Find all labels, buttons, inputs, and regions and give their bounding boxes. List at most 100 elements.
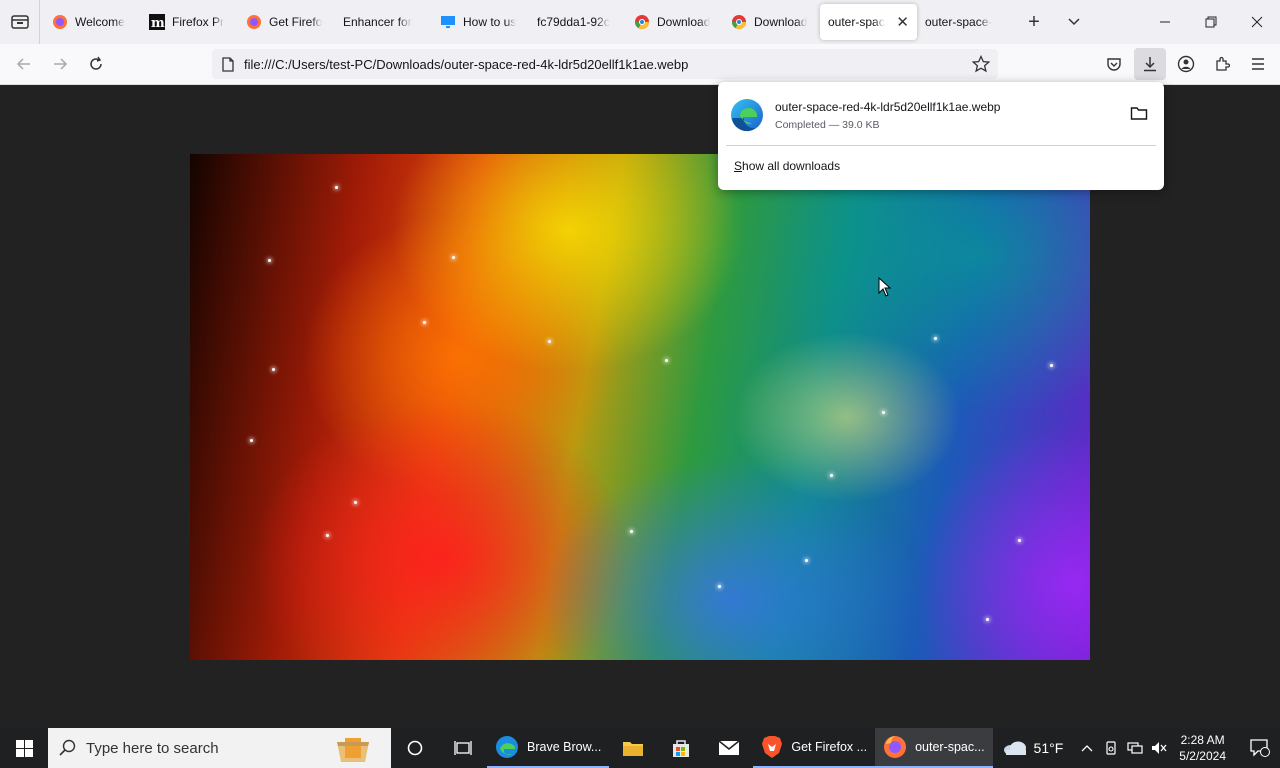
tab-download-2[interactable]: Download	[723, 4, 820, 40]
chrome-icon	[634, 14, 650, 30]
taskbar-app-label: Brave Brow...	[527, 740, 602, 754]
download-filename: outer-space-red-4k-ldr5d20ellf1k1ae.webp	[775, 99, 1001, 114]
windows-taskbar: Type here to search Brave Brow... Get Fi…	[0, 728, 1280, 768]
downloads-button[interactable]	[1134, 48, 1166, 80]
tab-title: Firefox Pr	[172, 15, 225, 29]
pocket-icon	[1107, 58, 1121, 71]
chevron-up-icon[interactable]	[1075, 744, 1099, 752]
firefox-icon	[246, 14, 262, 30]
taskbar-app-store[interactable]	[657, 728, 705, 768]
forward-arrow-icon	[54, 58, 68, 70]
tab-list: Welcome m Firefox Pr Get Firefo Enhancer…	[40, 0, 1094, 44]
taskbar-app-mail[interactable]	[705, 728, 753, 768]
file-page-icon	[212, 56, 244, 72]
taskbar-app-label: outer-spac...	[915, 740, 985, 754]
tab-title: How to us	[463, 15, 517, 29]
new-tab-button[interactable]: +	[1014, 4, 1054, 40]
back-button[interactable]	[6, 48, 42, 80]
search-highlight-icon	[333, 732, 373, 768]
task-view-button[interactable]	[439, 728, 487, 768]
volume-muted-icon[interactable]	[1147, 741, 1171, 755]
start-button[interactable]	[0, 728, 48, 768]
window-controls	[1142, 0, 1280, 44]
pocket-button[interactable]	[1098, 48, 1130, 80]
reload-button[interactable]	[78, 48, 114, 80]
device-icon[interactable]	[1099, 741, 1123, 755]
reload-icon	[90, 56, 102, 70]
extensions-button[interactable]	[1206, 48, 1238, 80]
url-bar[interactable]: file:///C:/Users/test-PC/Downloads/outer…	[212, 49, 998, 79]
tab-title: Welcome	[75, 15, 125, 29]
url-text[interactable]: file:///C:/Users/test-PC/Downloads/outer…	[244, 57, 688, 72]
clock[interactable]: 2:28 AM 5/2/2024	[1179, 732, 1226, 764]
plus-icon: +	[1028, 10, 1040, 33]
tab-download-1[interactable]: Download	[626, 4, 723, 40]
bookmark-star-icon[interactable]	[971, 54, 991, 78]
list-all-tabs-button[interactable]	[1054, 4, 1094, 40]
search-icon	[48, 739, 86, 757]
tab-title: outer-spac	[828, 15, 885, 29]
forward-button[interactable]	[42, 48, 78, 80]
chevron-down-icon	[1068, 18, 1080, 26]
app-menu-button[interactable]	[1242, 48, 1274, 80]
close-window-button[interactable]	[1234, 0, 1280, 44]
network-icon[interactable]	[1123, 741, 1147, 755]
account-icon	[1177, 55, 1195, 73]
mouse-cursor-icon	[878, 277, 892, 297]
puzzle-icon	[1216, 56, 1230, 71]
task-view-icon	[454, 741, 472, 755]
weather-widget[interactable]: 51°F	[1002, 740, 1064, 756]
chrome-icon	[731, 14, 747, 30]
edge-file-icon	[731, 99, 763, 132]
taskbar-search-box[interactable]: Type here to search	[48, 728, 391, 768]
close-tab-icon[interactable]: ✕	[894, 13, 909, 31]
taskbar-app-explorer[interactable]	[609, 728, 657, 768]
open-folder-icon[interactable]	[1130, 105, 1148, 126]
cortana-circle-icon	[407, 740, 423, 756]
taskbar-app-brave[interactable]: Get Firefox ...	[753, 728, 876, 768]
firefox-view-icon	[10, 15, 29, 29]
outer-space-image	[190, 154, 1090, 660]
tab-strip: Welcome m Firefox Pr Get Firefo Enhancer…	[0, 0, 1280, 44]
download-arrow-icon	[1144, 57, 1156, 72]
search-placeholder: Type here to search	[86, 739, 219, 757]
tab-title: fc79dda1-92c	[537, 15, 610, 29]
cortana-button[interactable]	[391, 728, 439, 768]
notification-icon	[1250, 739, 1270, 757]
taskbar-app-edge[interactable]: Brave Brow...	[487, 728, 610, 768]
restore-button[interactable]	[1188, 0, 1234, 44]
minimize-button[interactable]	[1142, 0, 1188, 44]
tab-firefox-pr[interactable]: m Firefox Pr	[141, 4, 238, 40]
account-button[interactable]	[1170, 48, 1202, 80]
access-key-letter: S	[734, 159, 743, 173]
taskbar-app-firefox[interactable]: outer-spac...	[875, 728, 993, 768]
download-status: Completed — 39.0 KB	[775, 118, 880, 131]
cloud-icon	[1003, 741, 1026, 755]
tab-title: Enhancer for	[343, 15, 412, 29]
tab-welcome[interactable]: Welcome	[44, 4, 141, 40]
tab-get-firefox[interactable]: Get Firefo	[238, 4, 335, 40]
navigation-toolbar: file:///C:/Users/test-PC/Downloads/outer…	[0, 44, 1280, 85]
weather-temperature: 51°F	[1033, 740, 1064, 756]
tab-outer-space[interactable]: outer-space-	[917, 4, 1014, 40]
show-all-downloads-link[interactable]: Show all downloads	[734, 159, 840, 173]
windows-logo-icon	[15, 739, 33, 757]
tab-title: Get Firefo	[269, 15, 323, 29]
firefox-icon	[883, 735, 907, 759]
medium-icon: m	[149, 14, 165, 30]
firefox-view-button[interactable]	[0, 0, 40, 44]
minimize-icon	[1160, 21, 1170, 23]
tab-title: Download	[657, 15, 711, 29]
tab-fc79dda1[interactable]: fc79dda1-92c	[529, 4, 626, 40]
action-center-button[interactable]	[1240, 739, 1280, 757]
clock-date: 5/2/2024	[1179, 749, 1226, 763]
monitor-icon	[440, 14, 456, 30]
tab-enhancer[interactable]: Enhancer for	[335, 4, 432, 40]
download-item[interactable]: outer-space-red-4k-ldr5d20ellf1k1ae.webp…	[726, 90, 1156, 140]
tab-outer-space-active[interactable]: outer-spac ✕	[820, 4, 917, 40]
tab-how-to[interactable]: How to us	[432, 4, 529, 40]
svg-text:m: m	[151, 16, 165, 30]
tab-title: outer-space-	[925, 15, 993, 29]
tab-title: Download	[754, 15, 808, 29]
mail-icon	[718, 740, 740, 755]
